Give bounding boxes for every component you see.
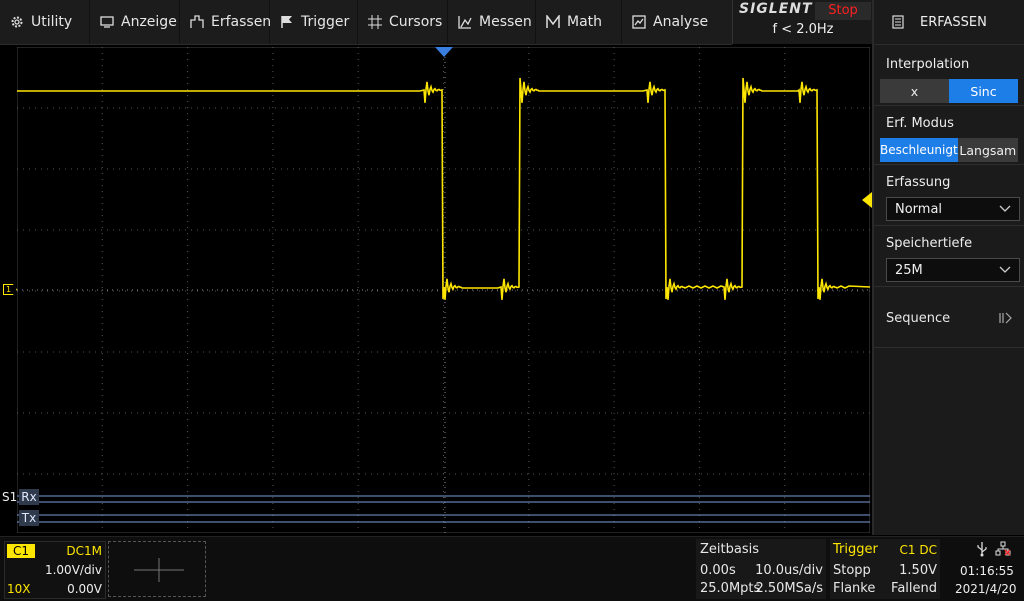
trigger-slope: Fallend [891, 581, 937, 596]
menu-bar: Utility Anzeige Erfassen Trigger Cursors… [0, 0, 732, 45]
interpolation-option-x[interactable]: x [880, 79, 949, 103]
system-status: 01:16:55 2021/4/20 [943, 537, 1024, 601]
panel-header: ERFASSEN [874, 0, 1024, 45]
memory-points: 25.0Mpts [700, 581, 761, 596]
usb-icon [976, 541, 988, 560]
menu-label: Utility [31, 14, 73, 30]
rx-label: Rx [19, 489, 39, 505]
menu-math[interactable]: Math [536, 0, 622, 44]
brand-logo: SIGLENT [739, 1, 813, 17]
menu-label: Erfassen [211, 14, 272, 30]
menu-label: Trigger [301, 14, 350, 30]
timebase-delay: 0.00s [700, 563, 736, 578]
chevron-down-icon [999, 202, 1011, 217]
clock-date: 2021/4/20 [955, 582, 1017, 596]
acquisition-label: Erfassung [886, 175, 951, 190]
timebase-title: Zeitbasis [700, 542, 759, 557]
trigger-source: C1 DC [899, 543, 937, 557]
mode-section: Erf. Modus Beschleunigt Langsam [874, 106, 1024, 165]
menu-label: Analyse [653, 14, 709, 30]
sequence-section[interactable]: Sequence [874, 287, 1024, 348]
menu-anzeige[interactable]: Anzeige [90, 0, 180, 44]
clock-time: 01:16:55 [960, 564, 1014, 578]
interpolation-toggle: x Sinc [880, 79, 1018, 103]
mode-option-slow[interactable]: Langsam [957, 138, 1018, 162]
channel-1-info[interactable]: C1 DC1M 1.00V/div 10X 0.00V [4, 541, 106, 599]
depth-select[interactable]: 25M [886, 258, 1020, 282]
acquisition-section: Erfassung Normal [874, 165, 1024, 226]
acquisition-select[interactable]: Normal [886, 197, 1020, 221]
acquire-panel: ERFASSEN Interpolation x Sinc Erf. Modus… [872, 0, 1024, 535]
measure-icon [458, 15, 472, 29]
menu-label: Math [567, 14, 603, 30]
submenu-arrow-icon [998, 309, 1012, 328]
monitor-icon [100, 15, 114, 29]
menu-cursors[interactable]: Cursors [358, 0, 448, 44]
menu-label: Messen [479, 14, 532, 30]
trigger-type: Flanke [833, 581, 876, 596]
interpolation-option-sinc[interactable]: Sinc [949, 79, 1018, 103]
status-header: SIGLENT Stop f < 2.0Hz [732, 0, 873, 44]
menu-label: Cursors [389, 14, 443, 30]
network-disconnected-icon [995, 541, 1011, 560]
trigger-position-marker[interactable] [435, 47, 453, 57]
timebase-scale: 10.0us/div [755, 563, 823, 578]
interpolation-label: Interpolation [886, 57, 970, 72]
sample-rate: 2.50MSa/s [755, 581, 823, 596]
menu-messen[interactable]: Messen [448, 0, 536, 44]
trigger-level-marker[interactable] [862, 192, 872, 208]
tx-label: Tx [19, 510, 39, 526]
run-stop-status[interactable]: Stop [815, 2, 871, 20]
gear-icon [10, 15, 24, 29]
panel-title: ERFASSEN [920, 14, 987, 30]
trigger-mode: Stopp [833, 563, 871, 578]
trigger-level: 1.50V [899, 563, 937, 578]
mode-toggle: Beschleunigt Langsam [880, 138, 1018, 162]
mode-option-fast[interactable]: Beschleunigt [880, 138, 958, 162]
cursor-cross-icon [368, 15, 382, 29]
chevron-down-icon [999, 263, 1011, 278]
channel-offset: 0.00V [67, 582, 102, 596]
channel-scale: 1.00V/div [44, 563, 102, 577]
acquire-icon [190, 15, 204, 29]
channel-offset-marker[interactable]: 1 [3, 284, 17, 295]
channel-coupling: DC1M [66, 544, 102, 558]
menu-trigger[interactable]: Trigger [270, 0, 358, 44]
channel-probe: 10X [7, 582, 31, 596]
waveform-display[interactable] [17, 47, 870, 533]
flag-icon [280, 15, 294, 29]
sequence-label: Sequence [886, 310, 951, 326]
add-channel-button[interactable] [108, 541, 206, 597]
timebase-info[interactable]: Zeitbasis 0.00s 10.0us/div 25.0Mpts 2.50… [696, 539, 826, 599]
menu-label: Anzeige [121, 14, 177, 30]
trigger-title: Trigger [833, 542, 878, 557]
depth-value: 25M [895, 262, 923, 278]
depth-label: Speichertiefe [886, 236, 973, 251]
bus-label: S1 [2, 490, 18, 504]
trigger-info[interactable]: Trigger C1 DC Stopp 1.50V Flanke Fallend [830, 539, 940, 599]
menu-analyse[interactable]: Analyse [622, 0, 732, 44]
interpolation-section: Interpolation x Sinc [874, 45, 1024, 106]
acquisition-value: Normal [895, 201, 943, 217]
panel-icon [892, 15, 904, 29]
bottom-bar: C1 DC1M 1.00V/div 10X 0.00V Zeitbasis 0.… [0, 536, 1024, 601]
menu-utility[interactable]: Utility [0, 0, 90, 44]
channel-offset-label: 1 [6, 285, 12, 294]
plus-icon [134, 558, 184, 586]
mode-label: Erf. Modus [886, 116, 954, 131]
math-icon [546, 15, 560, 29]
menu-erfassen[interactable]: Erfassen [180, 0, 272, 44]
trigger-frequency: f < 2.0Hz [772, 22, 834, 37]
channel-1-tag: C1 [7, 544, 36, 558]
analyse-icon [632, 15, 646, 29]
depth-section: Speichertiefe 25M [874, 226, 1024, 287]
